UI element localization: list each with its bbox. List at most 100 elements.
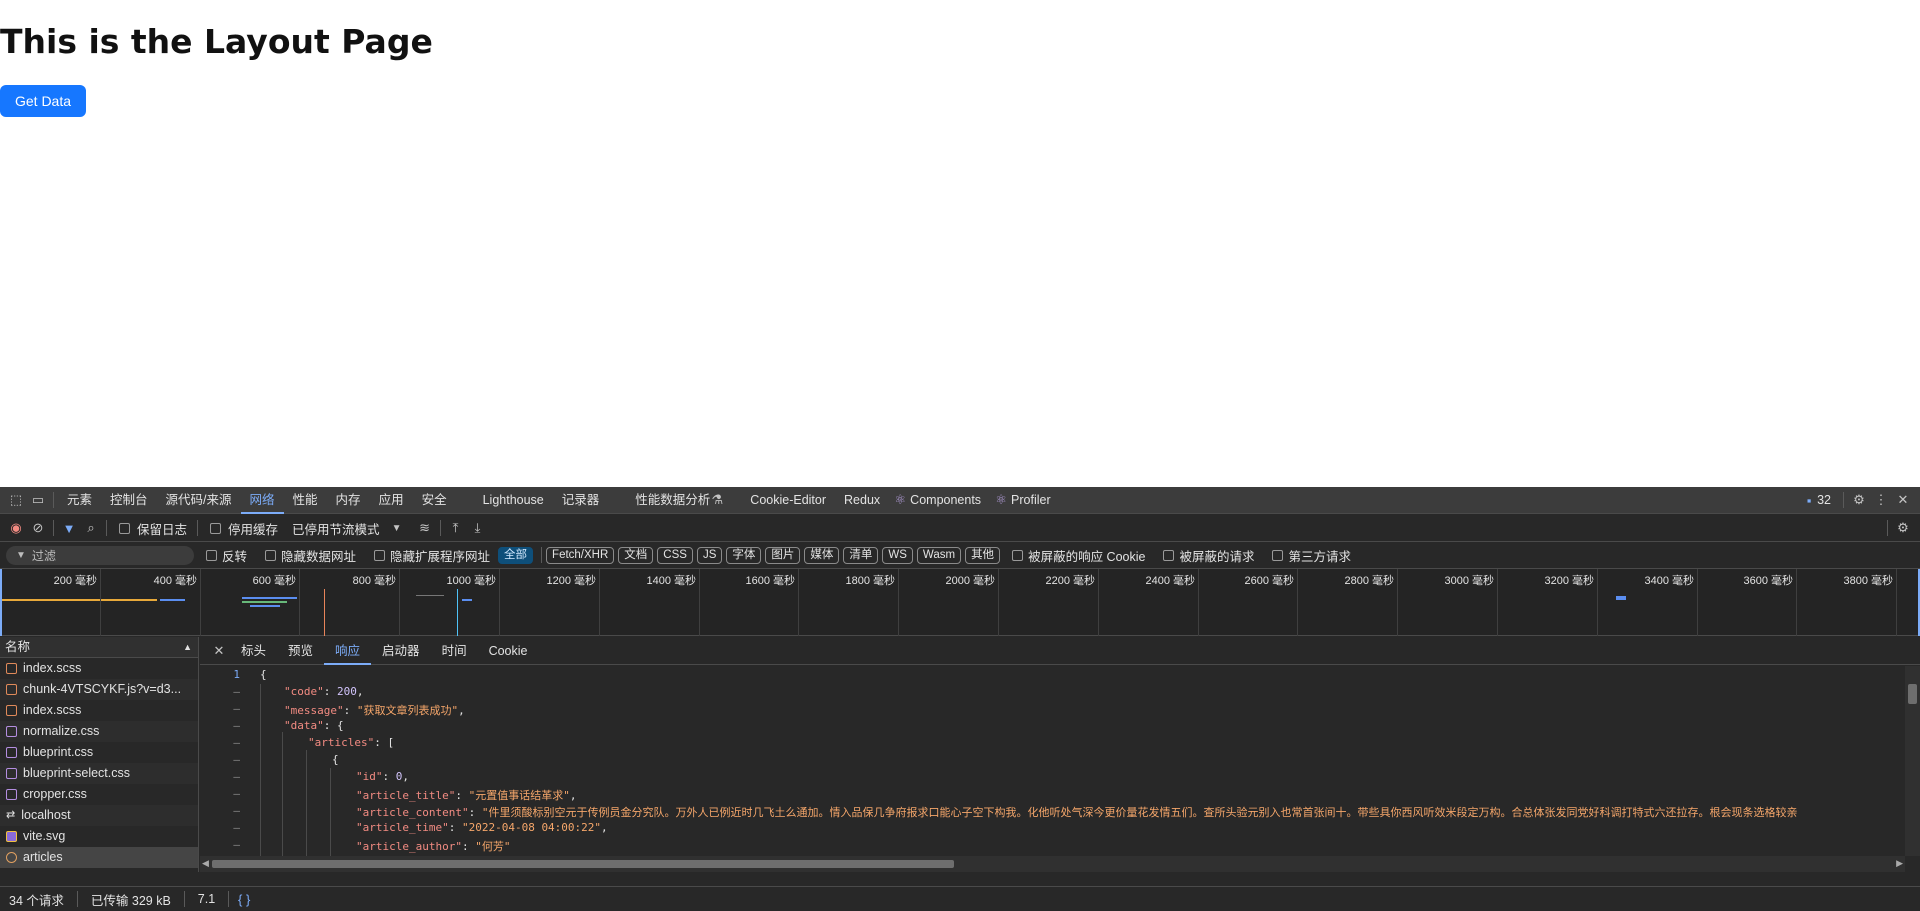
tab-memory[interactable]: 内存: [327, 487, 370, 514]
network-conditions-icon[interactable]: ≋: [414, 517, 436, 539]
tab-sources[interactable]: 源代码/来源: [157, 487, 241, 514]
filter-chip-media[interactable]: 媒体: [804, 546, 840, 564]
search-icon[interactable]: ⌕: [80, 517, 102, 539]
tab-response[interactable]: 响应: [324, 637, 372, 665]
filter-chip-js[interactable]: JS: [696, 546, 723, 564]
tab-headers[interactable]: 标头: [230, 637, 277, 665]
tab-cookies[interactable]: Cookie: [478, 637, 539, 665]
request-item[interactable]: blueprint-select.css: [0, 763, 198, 784]
clear-icon[interactable]: ⊘: [27, 517, 49, 539]
throttle-select[interactable]: 已停用节流模式: [292, 519, 380, 538]
request-count: 34 个请求: [9, 893, 64, 908]
request-item[interactable]: blueprint.css: [0, 742, 198, 763]
scroll-right-icon[interactable]: ▶: [1896, 858, 1903, 869]
timeline-label: 1800 毫秒: [845, 575, 895, 587]
filter-chip-font[interactable]: 字体: [726, 546, 762, 564]
tab-performance-insights[interactable]: 性能数据分析: [626, 487, 719, 514]
tab-cookie-editor[interactable]: Cookie-Editor: [741, 487, 835, 514]
filter-chip-wasm[interactable]: Wasm: [916, 546, 962, 564]
timeline-bar: [462, 599, 472, 601]
issues-count[interactable]: 32: [1817, 493, 1831, 507]
filter-chip-css[interactable]: CSS: [657, 546, 693, 564]
preserve-log-checkbox[interactable]: [119, 522, 130, 534]
timeline-label: 3800 毫秒: [1843, 575, 1893, 587]
name-column-header[interactable]: 名称 ▲: [0, 637, 198, 658]
tab-components[interactable]: Components: [907, 487, 990, 514]
tab-profiler[interactable]: Profiler: [1008, 487, 1060, 514]
export-har-icon[interactable]: ⤓: [467, 517, 489, 539]
tab-redux[interactable]: Redux: [835, 487, 889, 514]
get-data-button[interactable]: Get Data: [0, 85, 86, 117]
timeline-gridline: [1697, 569, 1698, 636]
third-party-checkbox[interactable]: [1272, 549, 1284, 561]
response-body[interactable]: 1 { – "code": 200, – "message": "获取文章列表成…: [200, 666, 1905, 856]
timeline-bar: [242, 601, 287, 603]
timeline-gridline: [599, 569, 600, 636]
scroll-left-icon[interactable]: ◀: [202, 858, 209, 869]
import-har-icon[interactable]: ⤒: [445, 517, 467, 539]
line-marker: –: [233, 702, 240, 715]
inspect-element-icon[interactable]: ⬚: [5, 489, 27, 511]
request-item-selected[interactable]: articles: [0, 847, 198, 868]
request-item[interactable]: index.scss: [0, 658, 198, 679]
request-item[interactable]: index.scss: [0, 700, 198, 721]
record-stop-icon[interactable]: ◉: [5, 517, 27, 539]
tab-preview[interactable]: 预览: [277, 637, 324, 665]
vertical-scrollbar[interactable]: [1905, 666, 1920, 856]
hide-extension-urls-checkbox[interactable]: [374, 549, 386, 561]
code-line: "articles": [: [308, 736, 395, 749]
request-item[interactable]: chunk-4VTSCYKF.js?v=d3...: [0, 679, 198, 700]
horizontal-scrollbar[interactable]: ◀ ▶: [200, 856, 1905, 872]
chevron-down-icon[interactable]: ▼: [386, 517, 408, 539]
tab-network[interactable]: 网络: [240, 487, 284, 514]
filter-chip-doc[interactable]: 文档: [618, 546, 654, 564]
tab-security[interactable]: 安全: [413, 487, 456, 514]
tab-elements[interactable]: 元素: [58, 487, 101, 514]
filter-chip-manifest[interactable]: 清单: [843, 546, 879, 564]
tab-initiator[interactable]: 启动器: [371, 637, 431, 665]
more-options-icon[interactable]: ⋮: [1870, 489, 1892, 511]
hide-data-urls-checkbox[interactable]: [265, 549, 277, 561]
blocked-requests-checkbox[interactable]: [1163, 549, 1175, 561]
request-item[interactable]: cropper.css: [0, 784, 198, 805]
invert-checkbox[interactable]: [206, 549, 217, 561]
disable-cache-checkbox[interactable]: [210, 522, 222, 534]
tab-application[interactable]: 应用: [370, 487, 413, 514]
timeline-gridline: [798, 569, 799, 636]
tab-timing[interactable]: 时间: [431, 637, 478, 665]
timeline-label: 3400 毫秒: [1644, 575, 1694, 587]
overview-handle-left[interactable]: [0, 569, 2, 636]
timeline-gridline: [1098, 569, 1099, 636]
scrollbar-thumb[interactable]: [212, 860, 954, 868]
tab-performance[interactable]: 性能: [284, 487, 327, 514]
timeline-label: 3600 毫秒: [1743, 575, 1793, 587]
request-item[interactable]: normalize.css: [0, 721, 198, 742]
request-item[interactable]: vite.svg: [0, 826, 198, 847]
filter-funnel-icon[interactable]: ▼: [58, 517, 80, 539]
preserve-log-label: 保留日志: [137, 522, 188, 537]
filter-chip-ws[interactable]: WS: [882, 546, 913, 564]
tab-lighthouse[interactable]: Lighthouse: [474, 487, 553, 514]
settings-gear-icon[interactable]: ⚙: [1848, 489, 1870, 511]
filter-input[interactable]: ▼ 过滤: [6, 545, 194, 565]
request-detail-panel: ✕ 标头 预览 响应 启动器 时间 Cookie 1 { – "code": 2…: [200, 637, 1920, 872]
blocked-cookies-checkbox[interactable]: [1012, 549, 1024, 561]
pretty-print-icon[interactable]: { }: [233, 888, 255, 910]
filter-chip-other[interactable]: 其他: [965, 546, 1001, 564]
filter-chip-all[interactable]: 全部: [498, 546, 534, 564]
network-settings-gear-icon[interactable]: ⚙: [1892, 517, 1914, 539]
request-item[interactable]: ⇄ localhost: [0, 805, 198, 826]
line-marker: –: [233, 685, 240, 698]
timeline-label: 2400 毫秒: [1145, 575, 1195, 587]
device-toolbar-icon[interactable]: ▭: [27, 489, 49, 511]
tab-console[interactable]: 控制台: [101, 487, 157, 514]
scrollbar-thumb[interactable]: [1908, 684, 1917, 704]
fetch-icon: [6, 852, 17, 863]
issues-icon[interactable]: ▪: [1801, 489, 1817, 511]
network-overview-timeline[interactable]: 200 毫秒 400 毫秒 600 毫秒 800 毫秒 1000 毫秒 1200 毫秒 14…: [0, 569, 1920, 636]
filter-chip-img[interactable]: 图片: [765, 546, 801, 564]
filter-chip-fetch-xhr[interactable]: Fetch/XHR: [546, 546, 615, 564]
close-detail-icon[interactable]: ✕: [208, 640, 230, 662]
tab-recorder[interactable]: 记录器: [553, 487, 609, 514]
close-icon[interactable]: ✕: [1892, 489, 1914, 511]
